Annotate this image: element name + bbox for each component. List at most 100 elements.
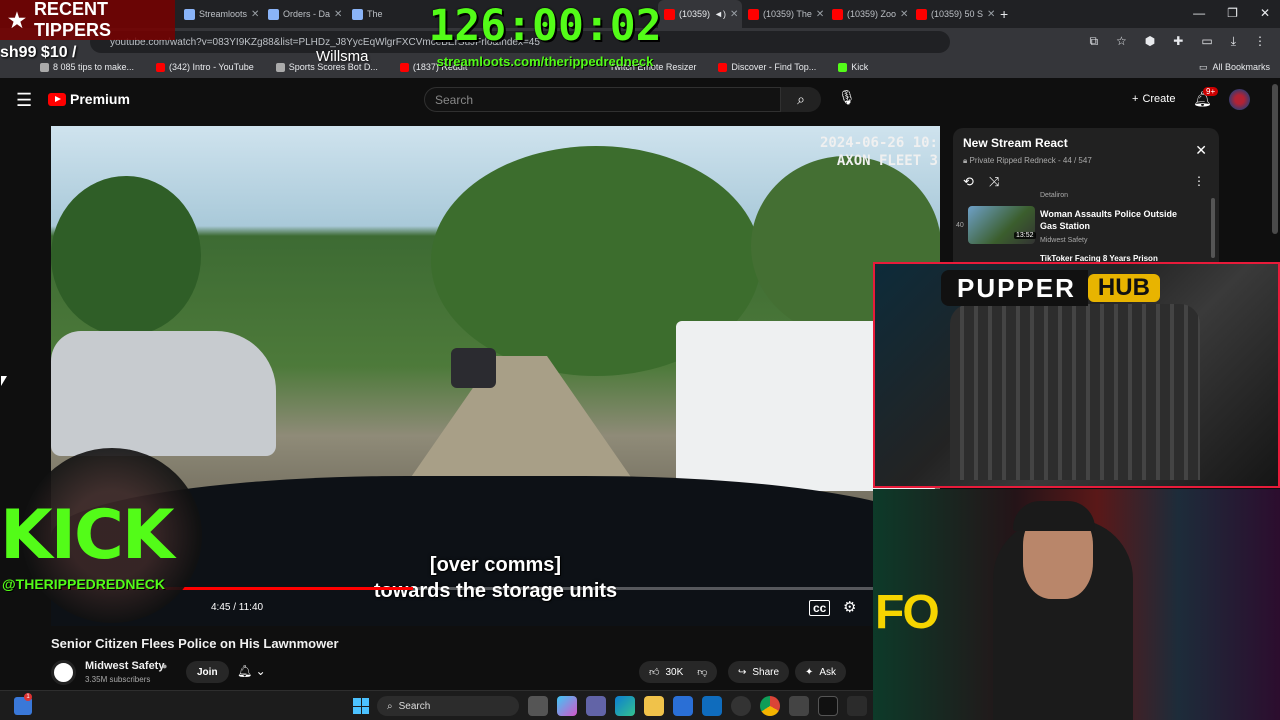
close-window-icon[interactable]: ✕	[1260, 6, 1270, 20]
page-scrollbar[interactable]	[1272, 84, 1278, 234]
playlist-meta: 🔒︎ Private Ripped Redneck - 44 / 547	[963, 156, 1092, 165]
extension-icon[interactable]: ⬢	[1145, 34, 1155, 49]
folder-icon: ▭	[1198, 61, 1208, 72]
browser-tab[interactable]: (10359) The ✕	[742, 0, 826, 28]
create-button[interactable]: + Create	[1124, 88, 1183, 110]
close-icon[interactable]: ✕	[816, 9, 824, 20]
store-icon[interactable]	[673, 696, 693, 716]
streamer-cap	[1013, 501, 1095, 531]
close-icon[interactable]: ✕	[987, 9, 994, 20]
search-icon[interactable]: ⌕	[781, 87, 821, 112]
taskbar-apps	[528, 696, 867, 716]
terminal-icon[interactable]	[818, 696, 838, 716]
screen: Streamloots ✕ Orders - Da ✕ The (10359) ◄) ✕…	[0, 0, 1280, 720]
channel-name[interactable]: Midwest Safety	[85, 660, 164, 672]
puzzle-icon[interactable]: ✚	[1173, 34, 1183, 49]
all-bookmarks[interactable]: ▭ All Bookmarks	[1199, 56, 1270, 78]
app-icon[interactable]	[847, 696, 867, 716]
minimize-icon[interactable]: —	[1193, 6, 1205, 20]
search-input[interactable]: Search	[424, 87, 781, 112]
bookmark-item[interactable]: (342) Intro - YouTube	[156, 62, 254, 72]
youtube-header: ☰ Premium Search ⌕ 🎙︎ + Create 🔔︎ 9+	[0, 78, 1280, 122]
playlist-title[interactable]: New Stream React	[963, 136, 1068, 150]
playlist-panel: New Stream React 🔒︎ Private Ripped Redne…	[953, 128, 1219, 264]
obs-icon[interactable]	[731, 696, 751, 716]
download-icon[interactable]: ⤓	[1231, 34, 1236, 49]
browser-tab[interactable]: Streamloots ✕	[178, 0, 262, 28]
close-icon[interactable]: ✕	[730, 9, 738, 20]
parked-suv	[51, 331, 276, 456]
star-icon[interactable]: ☆	[1116, 34, 1127, 49]
menu-icon[interactable]: ⋮	[1254, 34, 1266, 49]
tab-favicon-icon	[268, 8, 279, 20]
youtube-favicon-icon	[916, 8, 927, 20]
thumbs-down-icon[interactable]: 👎︎	[697, 666, 707, 678]
browser-tab[interactable]: (10359) Zoo ✕	[826, 0, 910, 28]
toolbar-icons: ⧉ ☆ ⬢ ✚ ▭ ⤓ ⋮	[1089, 34, 1266, 49]
channel-avatar[interactable]	[51, 660, 76, 685]
ask-button[interactable]: ✦ Ask	[795, 661, 847, 683]
microphone-icon[interactable]: 🎙︎	[838, 89, 856, 106]
like-button[interactable]: 👍︎ 30K 👎︎	[639, 661, 718, 683]
edge-icon[interactable]	[615, 696, 635, 716]
subscription-bell-icon[interactable]: 🔔︎ ⌄	[237, 664, 266, 678]
speaker-icon: ◄)	[714, 9, 726, 19]
captions-icon[interactable]: cc	[809, 600, 831, 616]
windows-start-icon[interactable]	[353, 698, 369, 714]
join-button[interactable]: Join	[186, 661, 229, 683]
playlist-scrollbar[interactable]	[1211, 198, 1215, 258]
kick-handle: @THERIPPEDREDNECK	[2, 576, 166, 592]
notification-count-badge: 9+	[1203, 87, 1219, 96]
maximize-icon[interactable]: ❐	[1227, 6, 1238, 20]
playlist-item[interactable]: 40 13:52 Woman Assaults Police Outside G…	[956, 206, 1216, 248]
windows-taskbar: 1 ⌕ Search	[0, 690, 873, 720]
dashcam-timestamp: 2024-06-26 10: AXON FLEET 3	[819, 135, 938, 169]
app-icon[interactable]	[789, 696, 809, 716]
tab-favicon-icon	[352, 8, 363, 20]
install-icon[interactable]: ⧉	[1089, 34, 1098, 49]
sparkle-icon: ✦	[805, 666, 814, 678]
bookmark-item[interactable]: 8 085 tips to make...	[40, 62, 134, 72]
settings-gear-icon[interactable]: ⚙	[843, 598, 856, 616]
close-icon[interactable]: ✕	[1195, 142, 1207, 159]
loop-icon[interactable]: ⟲	[963, 174, 974, 190]
playlist-item-partial: Detaliron	[1040, 192, 1069, 199]
file-explorer-icon[interactable]	[644, 696, 664, 716]
browser-tab[interactable]: Orders - Da ✕	[262, 0, 346, 28]
close-icon[interactable]: ✕	[334, 9, 342, 20]
playlist-item-index: 40	[956, 222, 964, 229]
playlist-item-title: Woman Assaults Police Outside Gas Statio…	[1040, 209, 1178, 231]
star-icon: ★	[8, 9, 26, 32]
outlook-icon[interactable]	[702, 696, 722, 716]
share-icon: ↪	[738, 666, 747, 678]
browser-tab[interactable]: (10359) 50 S ✕	[910, 0, 994, 28]
bookmark-icon	[40, 62, 49, 72]
shuffle-icon[interactable]: ⤨	[989, 174, 999, 190]
globe-icon	[275, 62, 285, 72]
youtube-favicon-icon	[832, 8, 843, 20]
youtube-play-icon	[48, 92, 66, 106]
taskbar-search[interactable]: ⌕ Search	[377, 696, 519, 716]
chrome-icon[interactable]	[760, 696, 780, 716]
widget-badge: 1	[24, 693, 32, 701]
more-options-icon[interactable]: ⋮	[1193, 174, 1205, 188]
copilot-icon[interactable]	[557, 696, 577, 716]
tip-ticker: sh99 $10 /	[0, 44, 77, 61]
account-avatar[interactable]	[1229, 89, 1250, 110]
close-icon[interactable]: ✕	[900, 9, 908, 20]
kick-badge: KICK @THERIPPEDREDNECK	[0, 448, 222, 623]
bookmark-item[interactable]: Discover - Find Top...	[718, 62, 816, 72]
new-tab-icon[interactable]: +	[1000, 6, 1008, 22]
sidepanel-icon[interactable]: ▭	[1201, 34, 1212, 49]
hamburger-menu-icon[interactable]: ☰	[16, 90, 32, 111]
bookmark-icon	[718, 62, 728, 72]
close-icon[interactable]: ✕	[251, 9, 259, 20]
share-button[interactable]: ↪ Share	[728, 661, 790, 683]
task-view-icon[interactable]	[528, 696, 548, 716]
youtube-logo[interactable]: Premium	[48, 91, 130, 107]
bookmark-item[interactable]: Kick	[838, 62, 868, 72]
search-icon: ⌕	[387, 700, 393, 712]
subathon-timer: 126:00:02	[428, 1, 662, 51]
window-controls: — ❐ ✕	[1193, 6, 1270, 20]
teams-icon[interactable]	[586, 696, 606, 716]
